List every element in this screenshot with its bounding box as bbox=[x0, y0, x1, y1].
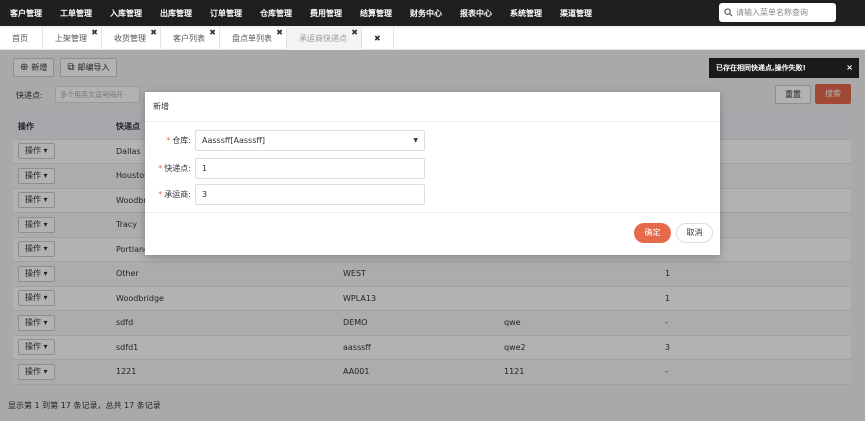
menu-search bbox=[719, 3, 836, 22]
nav-item-report[interactable]: 报表中心 bbox=[451, 8, 501, 19]
nav-item-warehouse[interactable]: 仓库管理 bbox=[251, 8, 301, 19]
close-icon[interactable]: ✖ bbox=[276, 22, 283, 44]
error-toast: 已存在相同快递点,操作失败! × bbox=[709, 58, 859, 78]
top-nav: 客户管理 工单管理 入库管理 出库管理 订单管理 仓库管理 费用管理 结算管理 … bbox=[0, 0, 865, 26]
tab-label: 上架管理 bbox=[55, 34, 87, 43]
nav-item-settlement[interactable]: 结算管理 bbox=[351, 8, 401, 19]
nav-item-inbound[interactable]: 入库管理 bbox=[101, 8, 151, 19]
express-point-input[interactable] bbox=[195, 157, 425, 179]
tab-shelving[interactable]: 上架管理 ✖ bbox=[43, 28, 102, 50]
close-icon[interactable]: ✖ bbox=[351, 22, 358, 44]
required-mark: * bbox=[158, 163, 163, 173]
express-label-text: 快递点: bbox=[164, 163, 191, 173]
search-icon bbox=[724, 8, 733, 17]
tab-label: 收货管理 bbox=[114, 34, 146, 43]
carrier-label: * 承运商: bbox=[145, 189, 195, 200]
caret-down-icon: ▼ bbox=[413, 136, 418, 144]
nav-item-workorder[interactable]: 工单管理 bbox=[51, 8, 101, 19]
menu-search-input[interactable] bbox=[736, 8, 831, 17]
dialog-divider bbox=[145, 212, 720, 213]
tab-label: 首页 bbox=[12, 34, 28, 43]
confirm-button[interactable]: 确定 bbox=[634, 223, 671, 243]
close-icon[interactable]: ✖ bbox=[209, 22, 216, 44]
express-label: * 快递点: bbox=[145, 163, 195, 174]
warehouse-select[interactable]: Aasssff[Aasssff] ▼ bbox=[195, 129, 425, 151]
close-icon[interactable]: × bbox=[846, 58, 853, 78]
add-dialog: 新增 *仓库: Aasssff[Aasssff]▼ *快递点: *承运商: 确定… bbox=[145, 92, 720, 255]
toast-message: 已存在相同快递点,操作失败! bbox=[716, 64, 806, 72]
tab-label: 承运商快递点 bbox=[299, 34, 347, 43]
close-all-tabs-button[interactable]: ✖ bbox=[362, 28, 394, 50]
nav-item-system[interactable]: 系统管理 bbox=[501, 8, 551, 19]
close-icon[interactable]: ✖ bbox=[150, 22, 157, 44]
required-mark: * bbox=[166, 135, 171, 145]
warehouse-row: * 仓库: Aasssff[Aasssff] ▼ bbox=[145, 129, 425, 151]
close-icon[interactable]: ✖ bbox=[91, 22, 98, 44]
warehouse-label-text: 仓库: bbox=[172, 135, 191, 145]
cancel-button[interactable]: 取消 bbox=[676, 223, 713, 243]
nav-item-finance[interactable]: 财务中心 bbox=[401, 8, 451, 19]
tab-stocktake-list[interactable]: 盘点单列表 ✖ bbox=[220, 28, 287, 50]
tab-bar: 首页 上架管理 ✖ 收货管理 ✖ 客户列表 ✖ 盘点单列表 ✖ 承运商快递点 ✖ ✖ bbox=[0, 28, 865, 50]
nav-item-order[interactable]: 订单管理 bbox=[201, 8, 251, 19]
tab-label: 盘点单列表 bbox=[232, 34, 272, 43]
tab-carrier-express[interactable]: 承运商快递点 ✖ bbox=[287, 28, 362, 50]
carrier-label-text: 承运商: bbox=[164, 189, 191, 199]
required-mark: * bbox=[158, 189, 163, 199]
dialog-title: 新增 bbox=[145, 92, 720, 122]
tab-customer-list[interactable]: 客户列表 ✖ bbox=[161, 28, 220, 50]
warehouse-selected-value: Aasssff[Aasssff] bbox=[202, 135, 266, 145]
tab-label: 客户列表 bbox=[173, 34, 205, 43]
nav-item-customer[interactable]: 客户管理 bbox=[0, 8, 51, 19]
express-row: * 快递点: bbox=[145, 157, 425, 179]
warehouse-label: * 仓库: bbox=[145, 135, 195, 146]
nav-item-channel[interactable]: 渠道管理 bbox=[551, 8, 601, 19]
tab-receiving[interactable]: 收货管理 ✖ bbox=[102, 28, 161, 50]
nav-item-outbound[interactable]: 出库管理 bbox=[151, 8, 201, 19]
tab-home[interactable]: 首页 bbox=[0, 28, 43, 50]
carrier-row: * 承运商: bbox=[145, 183, 425, 205]
nav-item-fee[interactable]: 费用管理 bbox=[301, 8, 351, 19]
carrier-input[interactable] bbox=[195, 183, 425, 205]
